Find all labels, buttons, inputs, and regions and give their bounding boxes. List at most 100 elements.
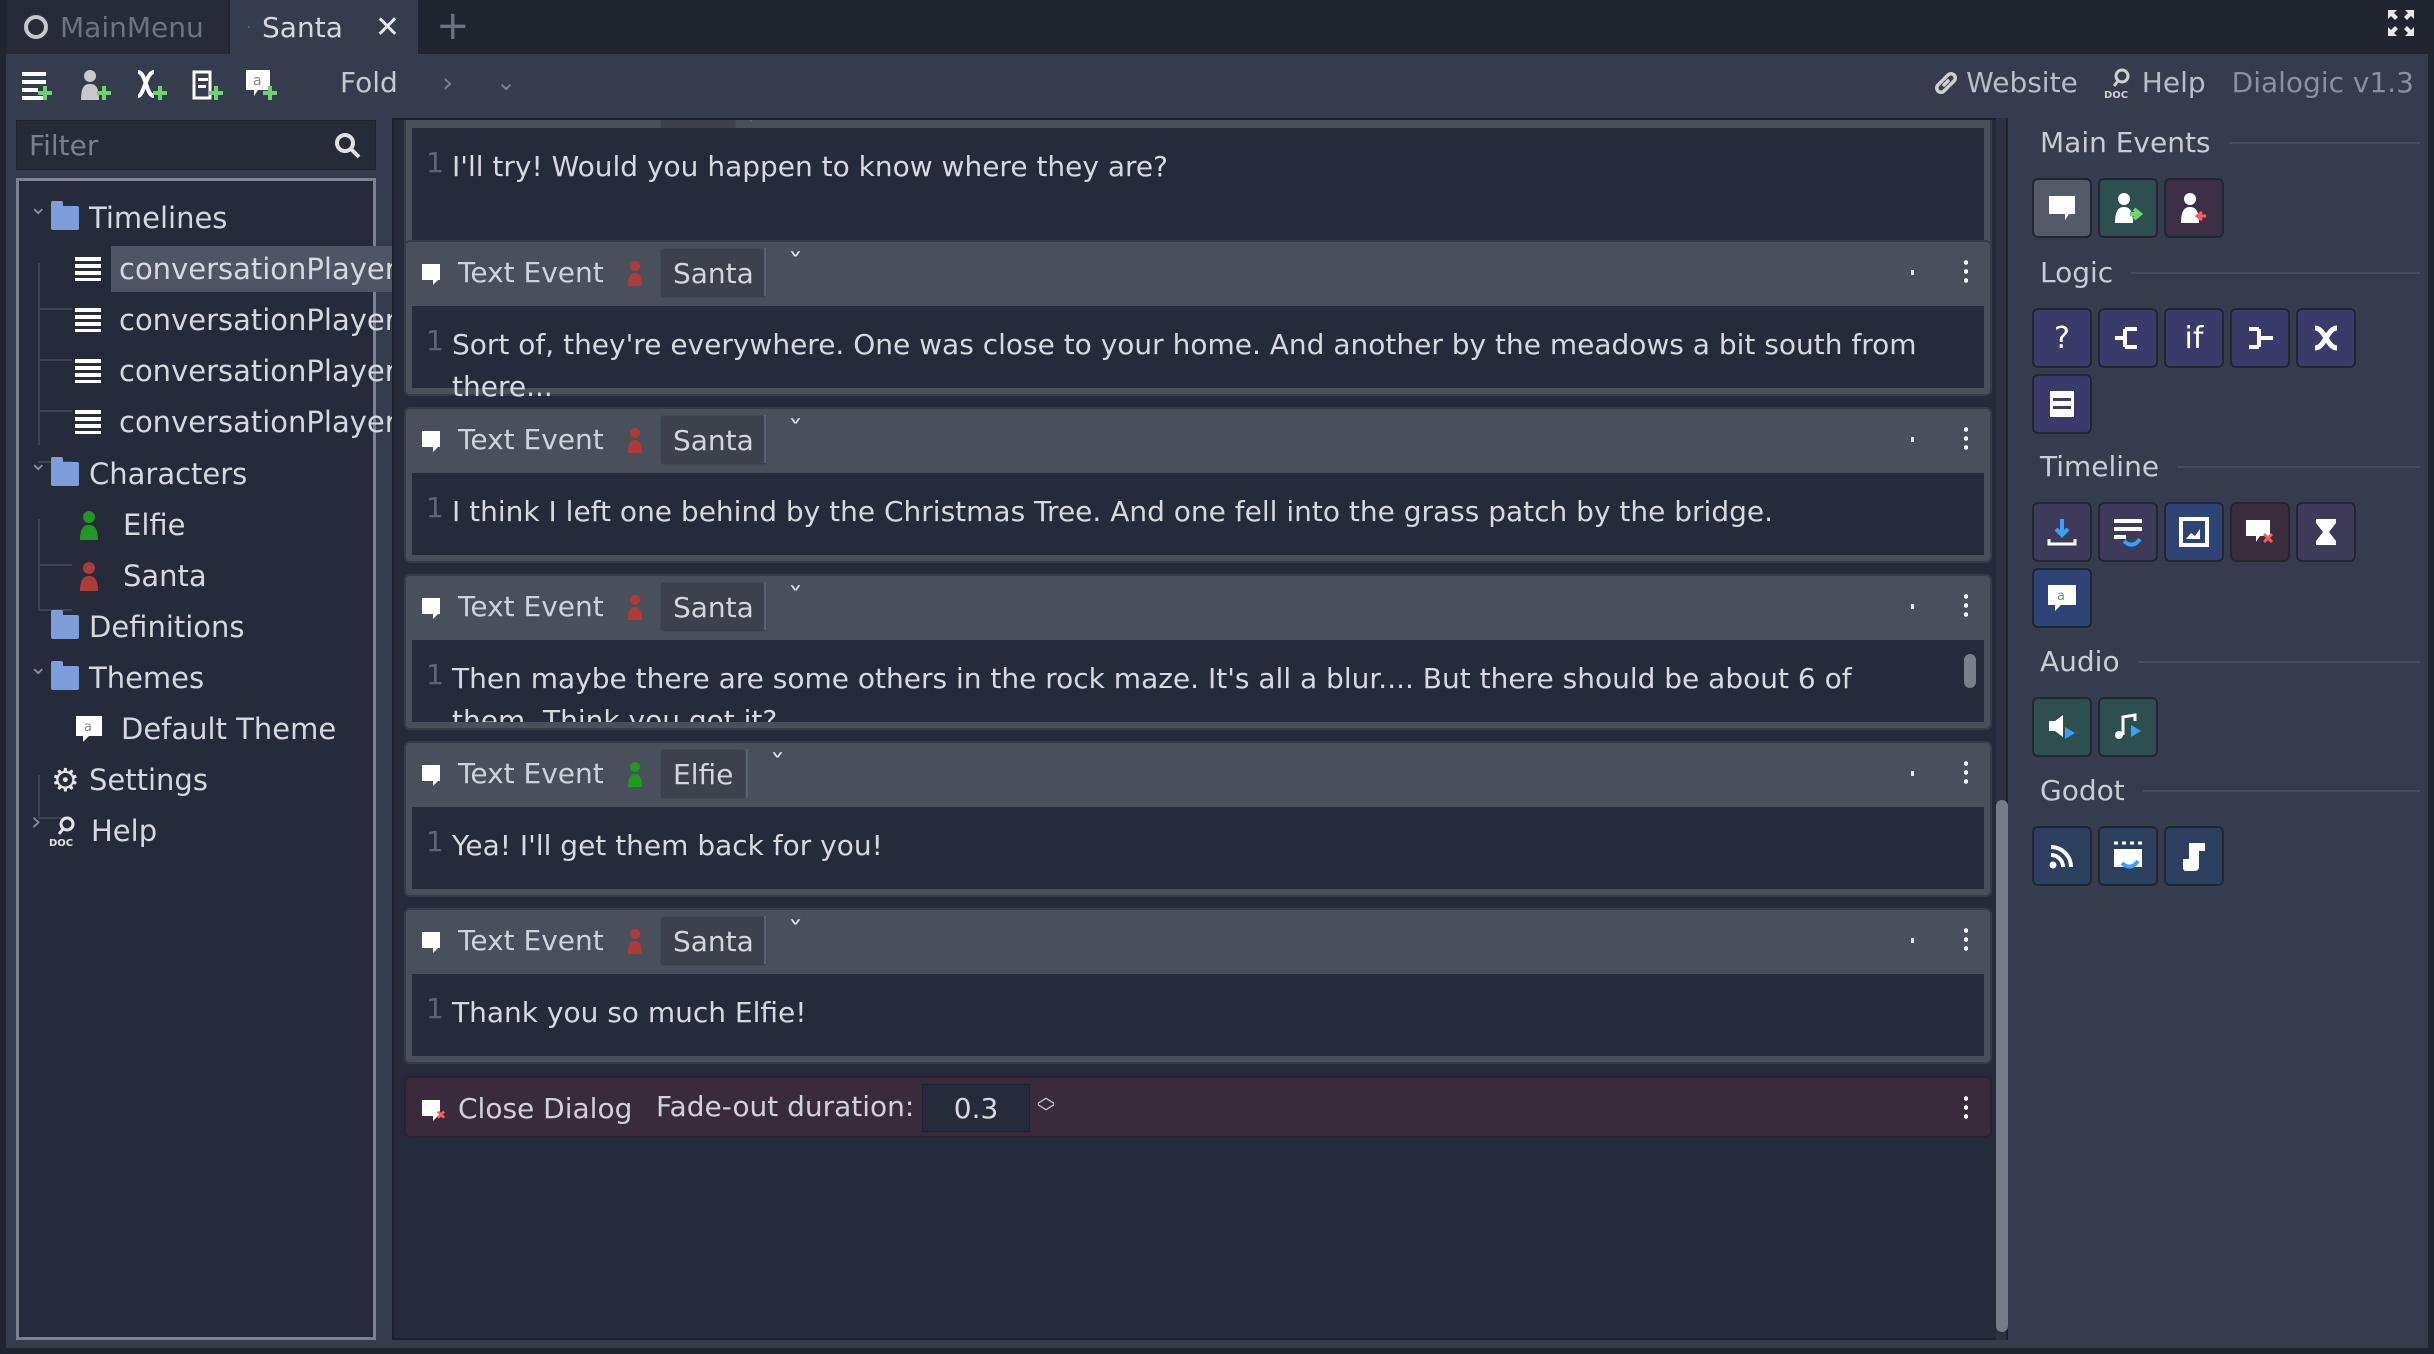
wait-button[interactable] bbox=[2296, 502, 2356, 562]
tree-item-timeline[interactable]: conversationPlayer bbox=[75, 399, 397, 445]
set-value-button[interactable] bbox=[2296, 308, 2356, 368]
event-text-editor[interactable]: 1 Sort of, they're everywhere. One was c… bbox=[412, 306, 1984, 403]
tree-folder-definitions[interactable]: Definitions bbox=[51, 604, 245, 650]
collapse-caret-icon[interactable]: ⌄ bbox=[29, 655, 47, 680]
tab-santa[interactable]: Santa ✕ bbox=[230, 0, 418, 54]
character-selector[interactable]: Santa bbox=[660, 582, 767, 632]
event-text[interactable]: Thank you so much Elfie! bbox=[452, 992, 1944, 1034]
more-options-icon[interactable] bbox=[1964, 926, 1968, 952]
close-dialog-event[interactable]: ✖ Close Dialog Fade-out duration: ︿﹀ bbox=[404, 1076, 1992, 1138]
event-text[interactable]: Then maybe there are some others in the … bbox=[452, 658, 1934, 722]
timeline-add-icon[interactable] bbox=[20, 68, 54, 102]
event-text-editor[interactable]: 1 Thank you so much Elfie! bbox=[412, 974, 1984, 1056]
close-tab-icon[interactable]: ✕ bbox=[375, 10, 400, 45]
event-text[interactable]: I think I left one behind by the Christm… bbox=[452, 491, 1944, 533]
character-selector[interactable]: Santa bbox=[660, 916, 767, 966]
tree-item-help[interactable]: DOC Help bbox=[49, 808, 157, 854]
tree-item-timeline[interactable]: conversationPlayer bbox=[75, 348, 397, 394]
sound-button[interactable] bbox=[2032, 697, 2092, 757]
call-node-button[interactable] bbox=[2164, 826, 2224, 886]
add-tab-icon[interactable]: + bbox=[436, 6, 470, 46]
collapse-handle-icon[interactable] bbox=[1911, 270, 1914, 275]
theme-add-icon[interactable]: a bbox=[244, 68, 278, 102]
question-button[interactable]: ? bbox=[2032, 308, 2092, 368]
definition-add-icon[interactable] bbox=[134, 68, 168, 102]
glossary-add-icon[interactable] bbox=[190, 68, 224, 102]
close-dialog-button[interactable] bbox=[2230, 502, 2290, 562]
spin-arrows-icon[interactable]: ︿ ﹀ bbox=[1034, 1089, 1058, 1124]
filter-field[interactable] bbox=[16, 120, 376, 170]
toolbar: a Fold › ⌄ Website DOC Help Dialogic v1.… bbox=[6, 54, 2428, 116]
help-label: Help bbox=[91, 814, 158, 848]
portrait-dropdown-chevron-icon[interactable]: ˅ bbox=[788, 918, 803, 943]
event-text[interactable]: Sort of, they're everywhere. One was clo… bbox=[452, 324, 1944, 408]
fold-button[interactable]: Fold bbox=[340, 66, 398, 99]
tree-item-character[interactable]: Santa bbox=[79, 553, 207, 599]
choice-button[interactable] bbox=[2098, 308, 2158, 368]
event-text-editor[interactable]: 1 Yea! I'll get them back for you! bbox=[412, 807, 1984, 889]
unfold-chevron-right-icon[interactable]: › bbox=[442, 66, 453, 99]
collapse-caret-icon[interactable]: ⌄ bbox=[29, 195, 47, 220]
tree-item-character[interactable]: Elfie bbox=[79, 502, 186, 548]
event-card[interactable]: Text Event Santa ˅ 1 Thank you so much E… bbox=[404, 908, 1992, 1064]
event-text-editor[interactable]: 1 Then maybe there are some others in th… bbox=[412, 640, 1984, 722]
music-button[interactable] bbox=[2098, 697, 2158, 757]
tab-mainmenu[interactable]: MainMenu bbox=[6, 0, 228, 54]
more-options-icon[interactable] bbox=[1964, 1094, 1968, 1120]
tree-folder-themes[interactable]: Themes bbox=[51, 655, 204, 701]
event-text[interactable]: I'll try! Would you happen to know where… bbox=[452, 146, 1944, 188]
portrait-dropdown-chevron-icon[interactable]: ˅ bbox=[788, 417, 803, 442]
more-options-icon[interactable] bbox=[1964, 759, 1968, 785]
event-text-editor[interactable]: 1 I think I left one behind by the Chris… bbox=[412, 473, 1984, 555]
help-button[interactable]: DOC Help bbox=[2104, 66, 2206, 99]
portrait-dropdown-chevron-icon[interactable]: ˅ bbox=[788, 584, 803, 609]
collapse-handle-icon[interactable] bbox=[1911, 437, 1914, 442]
set-theme-button[interactable]: a bbox=[2032, 568, 2092, 628]
more-options-icon[interactable] bbox=[1964, 425, 1968, 451]
event-card[interactable]: Text Event Santa ˅ 1 Sort of, they're ev… bbox=[404, 240, 1992, 403]
text-event-button[interactable] bbox=[2032, 178, 2092, 238]
tree-item-settings[interactable]: ⚙ Settings bbox=[51, 757, 208, 803]
character-selector[interactable]: Elfie bbox=[660, 749, 747, 799]
end-branch-button[interactable] bbox=[2230, 308, 2290, 368]
fade-duration-input[interactable] bbox=[922, 1084, 1030, 1132]
character-add-icon[interactable] bbox=[78, 68, 112, 102]
fold-chevron-down-icon[interactable]: ⌄ bbox=[496, 68, 516, 96]
tree-item-timeline[interactable]: conversationPlayer bbox=[75, 246, 401, 292]
collapse-handle-icon[interactable] bbox=[1911, 604, 1914, 609]
more-options-icon[interactable] bbox=[1964, 592, 1968, 618]
portrait-dropdown-chevron-icon[interactable]: ˅ bbox=[770, 751, 785, 776]
character-selector[interactable]: Santa bbox=[660, 415, 767, 465]
filter-input[interactable] bbox=[29, 128, 329, 162]
background-image-button[interactable] bbox=[2164, 502, 2224, 562]
collapse-caret-icon[interactable]: ⌄ bbox=[29, 451, 47, 476]
label-button[interactable] bbox=[2032, 374, 2092, 434]
character-leave-button[interactable] bbox=[2164, 178, 2224, 238]
divider bbox=[2228, 141, 2420, 144]
tree-item-timeline[interactable]: conversationPlayer bbox=[75, 297, 397, 343]
event-card[interactable]: Text Event Elfie ˅ 1 Yea! I'll get them … bbox=[404, 741, 1992, 897]
event-text[interactable]: Yea! I'll get them back for you! bbox=[452, 825, 1944, 867]
help-label: Help bbox=[2141, 66, 2206, 99]
event-card[interactable]: Text Event Santa ˅ 1 Then maybe there ar… bbox=[404, 574, 1992, 730]
expand-caret-icon[interactable]: › bbox=[31, 807, 41, 837]
emit-signal-button[interactable] bbox=[2032, 826, 2092, 886]
text-scrollbar[interactable] bbox=[1964, 654, 1976, 688]
condition-button[interactable]: if bbox=[2164, 308, 2224, 368]
change-timeline-button[interactable] bbox=[2032, 502, 2092, 562]
website-button[interactable]: Website bbox=[1932, 66, 2078, 99]
change-scene-button[interactable] bbox=[2098, 826, 2158, 886]
fullscreen-icon[interactable] bbox=[2386, 8, 2416, 38]
collapse-handle-icon[interactable] bbox=[1911, 938, 1914, 943]
collapse-handle-icon[interactable] bbox=[1911, 771, 1914, 776]
change-background-button[interactable] bbox=[2098, 502, 2158, 562]
tree-folder-timelines[interactable]: Timelines bbox=[51, 195, 227, 241]
character-join-button[interactable] bbox=[2098, 178, 2158, 238]
portrait-dropdown-chevron-icon[interactable]: ˅ bbox=[788, 250, 803, 275]
timeline-scrollbar-thumb[interactable] bbox=[1996, 800, 2008, 1332]
tree-folder-characters[interactable]: Characters bbox=[51, 451, 247, 497]
tree-item-theme[interactable]: a Default Theme bbox=[75, 706, 336, 752]
more-options-icon[interactable] bbox=[1964, 258, 1968, 284]
character-selector[interactable]: Santa bbox=[660, 248, 767, 298]
event-card[interactable]: Text Event Santa ˅ 1 I think I left one … bbox=[404, 407, 1992, 563]
